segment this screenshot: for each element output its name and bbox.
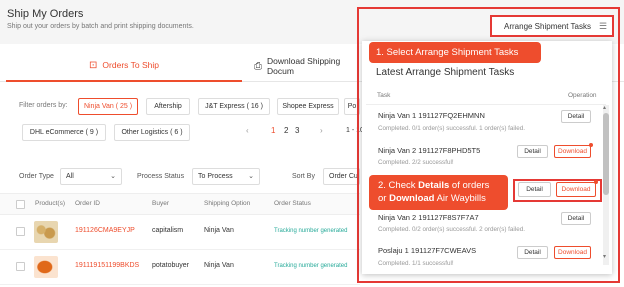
row-checkbox[interactable] bbox=[16, 227, 25, 236]
shipping-option: Ninja Van bbox=[204, 262, 234, 269]
filter-chip-other-logistics[interactable]: Other Logistics ( 6 ) bbox=[114, 124, 190, 141]
col-shipping-option: Shipping Option bbox=[204, 200, 251, 207]
task-name: Poslaju 1 191127F7CWEAVS bbox=[378, 246, 477, 255]
product-thumbnail bbox=[34, 256, 58, 278]
sort-by-select[interactable]: Order Cu bbox=[323, 168, 360, 185]
product-thumbnail bbox=[34, 221, 58, 243]
buyer: potatobuyer bbox=[152, 262, 189, 269]
order-type-value: All bbox=[66, 173, 74, 180]
sort-by-label: Sort By bbox=[292, 173, 315, 180]
filter-label: Filter orders by: bbox=[19, 102, 68, 109]
callout-step-2: 2. Check Details of orders or Download A… bbox=[369, 175, 508, 210]
page-title: Ship My Orders bbox=[7, 8, 84, 20]
table-header: Product(s) Order ID Buyer Shipping Optio… bbox=[0, 193, 360, 215]
task-status: Completed. 0/2 order(s) successful. 2 or… bbox=[378, 226, 525, 233]
filter-chip-jt-express[interactable]: J&T Express ( 16 ) bbox=[198, 98, 270, 115]
task-detail-button[interactable]: Detail bbox=[561, 212, 591, 225]
tab-label: Orders To Ship bbox=[102, 60, 159, 70]
chevron-down-icon: ⌄ bbox=[110, 173, 116, 180]
sort-by-value: Order Cu bbox=[329, 173, 358, 180]
buyer: capitalism bbox=[152, 227, 184, 234]
col-products: Product(s) bbox=[35, 200, 65, 207]
chevron-down-icon: ⌄ bbox=[248, 173, 254, 180]
pagination-prev[interactable]: ‹ bbox=[246, 126, 249, 135]
task-status: Completed. 1/1 successful! bbox=[378, 260, 454, 266]
arrange-button-label: Arrange Shipment Tasks bbox=[504, 21, 592, 31]
order-status: Tracking number generated bbox=[274, 228, 348, 234]
divider bbox=[366, 104, 606, 105]
scroll-up-icon[interactable]: ▴ bbox=[603, 104, 606, 111]
col-buyer: Buyer bbox=[152, 200, 169, 207]
process-status-select[interactable]: To Process ⌄ bbox=[192, 168, 260, 185]
notification-dot bbox=[589, 143, 593, 147]
callout-step-2-line-2: or Download Air Waybills bbox=[378, 193, 486, 204]
order-status: Tracking number generated bbox=[274, 263, 348, 269]
callout-step-2-line-1: 2. Check Details of orders bbox=[378, 180, 490, 191]
shipping-option: Ninja Van bbox=[204, 227, 234, 234]
select-all-checkbox[interactable] bbox=[16, 200, 25, 209]
order-id[interactable]: 191119151199BKDS bbox=[75, 262, 139, 269]
task-status: Completed. 2/2 successful! bbox=[378, 159, 454, 166]
panel-col-operation: Operation bbox=[568, 92, 597, 99]
pagination-next[interactable]: › bbox=[320, 126, 323, 135]
task-name: Ninja Van 1 191127FQ2EHMNN bbox=[378, 111, 485, 120]
arrange-shipment-tasks-button[interactable]: Arrange Shipment Tasks ☰ bbox=[490, 15, 614, 37]
filter-chip-dhl-ecommerce[interactable]: DHL eCommerce ( 9 ) bbox=[22, 124, 106, 141]
row-checkbox[interactable] bbox=[16, 262, 25, 271]
process-status-value: To Process bbox=[198, 173, 233, 180]
panel-col-task: Task bbox=[377, 92, 391, 99]
pagination-page-2[interactable]: 2 bbox=[284, 126, 288, 135]
highlighted-detail-button[interactable]: Detail bbox=[518, 182, 551, 197]
task-name: Ninja Van 2 191127F8PHD5T5 bbox=[378, 146, 481, 155]
tab-label: Download Shipping Docum bbox=[267, 56, 341, 76]
tab-orders-to-ship[interactable]: ⊡ Orders To Ship bbox=[6, 50, 242, 82]
filter-chip-aftership[interactable]: Aftership bbox=[146, 98, 190, 115]
task-name: Ninja Van 2 191127F8S7F7A7 bbox=[378, 213, 479, 222]
page-subtitle: Ship out your orders by batch and print … bbox=[7, 23, 194, 30]
pagination-page-3[interactable]: 3 bbox=[295, 126, 299, 135]
task-detail-button[interactable]: Detail bbox=[561, 110, 591, 123]
printer-icon: ⎙ bbox=[254, 60, 262, 72]
task-download-button[interactable]: Download bbox=[554, 246, 591, 259]
box-icon: ⊡ bbox=[89, 59, 98, 71]
col-order-id: Order ID bbox=[75, 200, 100, 207]
filter-chip-ninja-van[interactable]: Ninja Van ( 25 ) bbox=[78, 98, 138, 115]
process-status-label: Process Status bbox=[137, 173, 185, 180]
scroll-down-icon[interactable]: ▾ bbox=[603, 253, 606, 260]
col-order-status: Order Status bbox=[274, 200, 311, 207]
scrollbar-thumb[interactable] bbox=[603, 113, 609, 195]
task-status: Completed. 0/1 order(s) successful. 1 or… bbox=[378, 125, 525, 132]
task-detail-button[interactable]: Detail bbox=[517, 145, 548, 158]
task-detail-button[interactable]: Detail bbox=[517, 246, 548, 259]
notification-dot bbox=[594, 180, 598, 184]
tab-download-shipping-docs[interactable]: ⎙ Download Shipping Docum bbox=[242, 50, 367, 82]
order-type-label: Order Type bbox=[19, 173, 54, 180]
panel-title: Latest Arrange Shipment Tasks bbox=[376, 67, 515, 78]
menu-icon: ☰ bbox=[599, 20, 608, 31]
order-type-select[interactable]: All ⌄ bbox=[60, 168, 122, 185]
callout-step-1: 1. Select Arrange Shipment Tasks bbox=[369, 42, 541, 63]
highlighted-download-button[interactable]: Download bbox=[556, 182, 596, 197]
table-row[interactable]: 191119151199BKDS potatobuyer Ninja Van T… bbox=[0, 250, 360, 285]
task-download-button[interactable]: Download bbox=[554, 145, 591, 158]
table-row[interactable]: 191126CMA9EYJP capitalism Ninja Van Trac… bbox=[0, 215, 360, 250]
filter-chip-shopee-express[interactable]: Shopee Express bbox=[277, 98, 339, 115]
pagination-page-1[interactable]: 1 bbox=[271, 126, 275, 135]
order-id[interactable]: 191126CMA9EYJP bbox=[75, 227, 135, 234]
